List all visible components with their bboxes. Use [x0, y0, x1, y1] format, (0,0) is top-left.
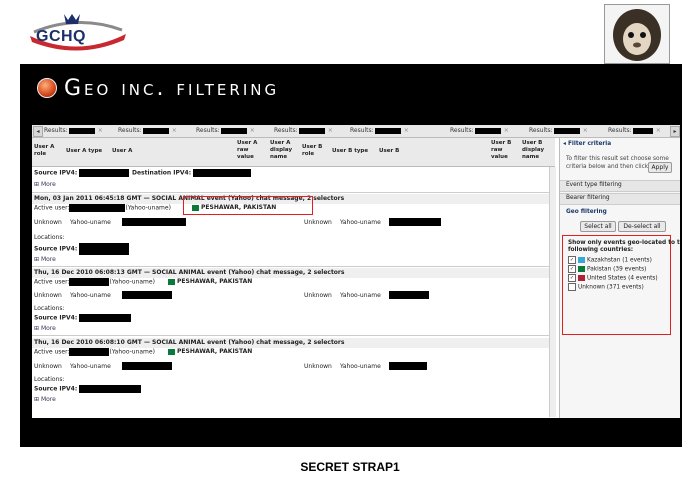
event-2-active-user: Active user: (Yahoo-uname) — [34, 278, 155, 286]
tab-results-3[interactable]: Results: × — [196, 126, 255, 136]
geo-heading-2: following countries: — [568, 247, 634, 253]
bearer-filter-label: Bearer filtering — [566, 195, 610, 201]
col-user-b-role[interactable]: User B role — [302, 144, 328, 158]
event-3-type-a: Yahoo-uname — [70, 363, 111, 370]
geo-filter-label[interactable]: Geo filtering — [566, 208, 607, 216]
event-3-role-b: Unknown — [304, 363, 332, 370]
event-1-type-a: Yahoo-uname — [70, 219, 111, 226]
tab-results-2[interactable]: Results: × — [118, 126, 177, 136]
event-3-header[interactable]: Thu, 16 Dec 2010 06:08:10 GMT — SOCIAL A… — [34, 339, 344, 347]
event-2-header[interactable]: Thu, 16 Dec 2010 06:08:13 GMT — SOCIAL A… — [34, 269, 344, 277]
event-1-more-link[interactable]: ⊞ More — [34, 256, 56, 264]
logo-text: GCHQ — [36, 28, 86, 45]
event-1-user-a — [122, 218, 186, 227]
event-type-filter-label: Event type filtering — [566, 182, 622, 188]
event-2-source-ipv4: Source IPV4: — [34, 314, 132, 323]
country-unknown-checkbox[interactable]: Unknown (371 events) — [568, 283, 644, 292]
col-user-a[interactable]: User A — [112, 148, 152, 155]
event-3-locations: Locations: — [34, 376, 65, 383]
event-2-locations: Locations: — [34, 305, 65, 312]
us-flag-icon — [578, 275, 585, 281]
event-2-location: PESHAWAR, PAKISTAN — [168, 278, 252, 286]
event-2-user-b — [389, 291, 429, 300]
tab-results-1[interactable]: Results: × — [44, 126, 103, 136]
event-2-user-a — [122, 291, 172, 300]
more-link[interactable]: ⊞ More — [34, 181, 56, 189]
select-all-button[interactable]: Select all — [580, 221, 616, 232]
event-3-active-user: Active user: (Yahoo-uname) — [34, 348, 155, 356]
tab-scroll-right-icon[interactable]: ▸ — [670, 126, 680, 137]
event-1-user-b — [389, 218, 441, 227]
col-user-b-raw[interactable]: User B raw value — [491, 140, 515, 161]
source-ipv4-label: Source IPV4: — [34, 169, 130, 178]
event-3-user-a — [122, 362, 172, 371]
table-header: User A role User A type User A User A ra… — [32, 138, 555, 167]
results-app: ◂ Results: × Results: × Results: × Results:… — [32, 125, 680, 418]
results-scrollbar[interactable] — [549, 167, 556, 417]
deselect-all-button[interactable]: De-select all — [618, 221, 666, 232]
slide-title: Geo inc. filtering — [64, 76, 280, 101]
pakistan-flag-icon — [578, 266, 585, 272]
event-2-more-link[interactable]: ⊞ More — [34, 325, 56, 333]
tab-results-8[interactable]: Results: × — [608, 126, 661, 136]
event-3-user-b — [389, 362, 427, 371]
event-3-role-a: Unknown — [34, 363, 62, 370]
globe-icon — [37, 78, 57, 98]
col-user-b-display[interactable]: User B display name — [522, 140, 548, 161]
country-pakistan-checkbox[interactable]: ✓ Pakistan (39 events) — [568, 265, 646, 274]
apply-button[interactable]: Apply — [648, 162, 672, 173]
filter-help-text-2: criteria below and then click — [566, 164, 649, 170]
classification-marking: SECRET STRAP1 — [300, 460, 400, 474]
results-tab-bar: ◂ Results: × Results: × Results: × Results:… — [32, 125, 680, 138]
event-1-role-b: Unknown — [304, 219, 332, 226]
country-kazakhstan-checkbox[interactable]: ✓ Kazakhstan (1 events) — [568, 256, 652, 265]
tab-scroll-left-icon[interactable]: ◂ — [33, 126, 43, 137]
event-2-type-b: Yahoo-uname — [340, 292, 381, 299]
filter-sidebar: ◂ Filter criteria To filter this result … — [559, 138, 680, 418]
event-3-more-link[interactable]: ⊞ More — [34, 396, 56, 404]
event-3-type-b: Yahoo-uname — [340, 363, 381, 370]
event-2-role-a: Unknown — [34, 292, 62, 299]
event-1-active-user: Active user: (Yahoo-uname) — [34, 204, 171, 212]
event-2-type-a: Yahoo-uname — [70, 292, 111, 299]
tab-results-5[interactable]: Results: × — [350, 126, 409, 136]
event-1-source-ipv4: Source IPV4: — [34, 243, 130, 255]
event-2-role-b: Unknown — [304, 292, 332, 299]
destination-ipv4-label: Destination IPV4: — [132, 169, 252, 178]
event-1-type-b: Yahoo-uname — [340, 219, 381, 226]
col-user-a-raw[interactable]: User A raw value — [237, 140, 261, 161]
col-user-a-role[interactable]: User A role — [34, 144, 62, 158]
event-3-source-ipv4: Source IPV4: — [34, 385, 142, 394]
results-table: User A role User A type User A User A ra… — [32, 138, 556, 418]
event-1-locations: Locations: — [34, 234, 65, 241]
event-1-role-a: Unknown — [34, 219, 62, 226]
col-user-b-type[interactable]: User B type — [332, 148, 372, 155]
country-united-states-checkbox[interactable]: ✓ United States (4 events) — [568, 274, 658, 283]
tab-results-7[interactable]: Results: × — [529, 126, 588, 136]
highlight-box — [183, 196, 313, 215]
gibbon-image — [604, 4, 670, 64]
col-user-a-display[interactable]: User A display name — [270, 140, 296, 161]
col-user-a-type[interactable]: User A type — [66, 148, 106, 155]
tab-results-6[interactable]: Results: × — [450, 126, 509, 136]
col-user-b[interactable]: User B — [379, 148, 419, 155]
event-3-location: PESHAWAR, PAKISTAN — [168, 348, 252, 356]
kazakhstan-flag-icon — [578, 257, 585, 263]
tab-results-4[interactable]: Results: × — [274, 126, 333, 136]
filter-criteria-title[interactable]: ◂ Filter criteria — [563, 140, 611, 148]
